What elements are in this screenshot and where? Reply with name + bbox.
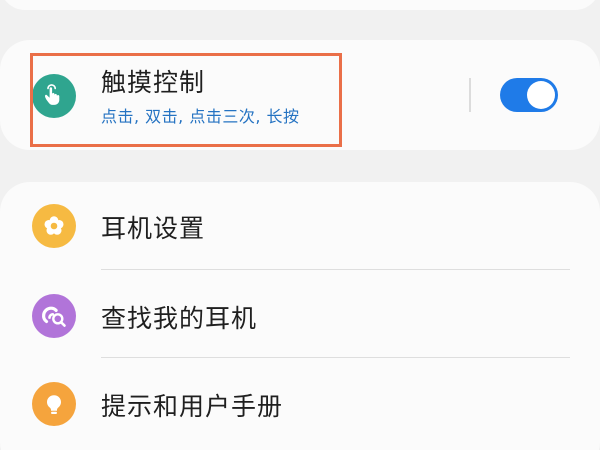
touch-hand-icon — [32, 74, 76, 118]
menu-item-tips-manual[interactable] — [0, 358, 600, 446]
lightbulb-icon — [32, 382, 76, 426]
menu-card — [0, 182, 600, 450]
toggle-divider — [469, 78, 471, 112]
menu-item-tips-manual-label: 提示和用户手册 — [101, 392, 284, 421]
menu-item-find-earbuds-label: 查找我的耳机 — [101, 304, 258, 333]
find-earbuds-icon — [32, 294, 76, 338]
toggle-knob — [527, 81, 555, 109]
touch-control-subtitle: 点击, 双击, 点击三次, 长按 — [101, 107, 300, 126]
previous-settings-card — [0, 0, 600, 10]
earbuds-settings-screen: 触摸控制 点击, 双击, 点击三次, 长按 耳机设置 查找我的耳机 提示和用户手… — [0, 0, 600, 450]
menu-item-earbuds-settings[interactable] — [0, 182, 600, 270]
touch-control-title: 触摸控制 — [101, 68, 206, 97]
menu-item-find-earbuds[interactable] — [0, 270, 600, 358]
touch-control-toggle[interactable] — [500, 78, 558, 112]
menu-item-earbuds-settings-label: 耳机设置 — [101, 214, 206, 243]
gear-flower-icon — [32, 204, 76, 248]
